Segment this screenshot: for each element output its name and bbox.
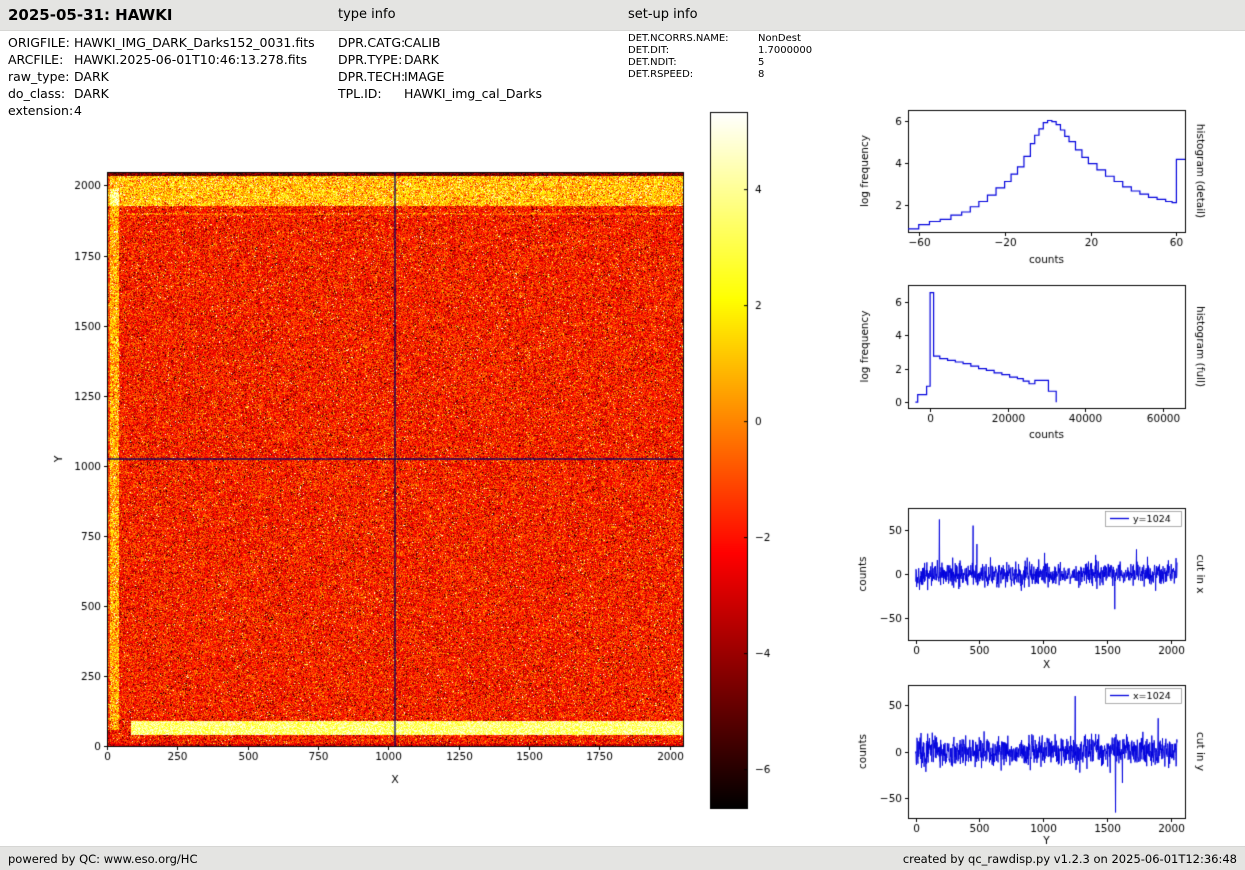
footer-powered-by: powered by QC: www.eso.org/HC <box>8 852 198 866</box>
meta-value: 5 <box>758 57 765 68</box>
meta-row: DPR.TECH:IMAGE <box>338 68 542 85</box>
colorbar <box>700 103 790 818</box>
meta-label: ARCFILE: <box>8 52 64 67</box>
meta-label: DET.NCORRS.NAME: <box>628 33 729 44</box>
footer-bar: powered by QC: www.eso.org/HC created by… <box>0 846 1245 870</box>
meta-label: DPR.CATG: <box>338 35 406 50</box>
meta-row: DET.NCORRS.NAME: NonDest <box>628 33 812 45</box>
type-info-block: DPR.CATG:CALIB DPR.TYPE: DARK DPR.TECH:IM… <box>338 34 542 102</box>
meta-row: extension:4 <box>8 102 315 119</box>
meta-label: extension: <box>8 103 74 118</box>
meta-value: DARK <box>74 86 109 101</box>
page-title: 2025-05-31: HAWKI <box>8 6 173 24</box>
meta-label: DET.NDIT: <box>628 57 677 68</box>
meta-row: do_class: DARK <box>8 85 315 102</box>
meta-row: DPR.TYPE: DARK <box>338 51 542 68</box>
meta-value: DARK <box>74 69 109 84</box>
meta-row: DPR.CATG:CALIB <box>338 34 542 51</box>
meta-row: DET.NDIT: 5 <box>628 57 812 69</box>
meta-row: ORIGFILE: HAWKI_IMG_DARK_Darks152_0031.fi… <box>8 34 315 51</box>
meta-value: HAWKI_IMG_DARK_Darks152_0031.fits <box>74 35 315 50</box>
meta-row: DET.RSPEED: 8 <box>628 69 812 81</box>
detector-image-plot <box>40 150 700 800</box>
histogram-detail-plot <box>855 95 1245 275</box>
meta-label: DPR.TYPE: <box>338 52 403 67</box>
meta-label: do_class: <box>8 86 66 101</box>
meta-row: TPL.ID: HAWKI_img_cal_Darks <box>338 85 542 102</box>
meta-value: 1.7000000 <box>758 45 813 56</box>
meta-row: raw_type: DARK <box>8 68 315 85</box>
meta-label: ORIGFILE: <box>8 35 70 50</box>
meta-label: DPR.TECH: <box>338 69 406 84</box>
histogram-full-plot <box>855 272 1245 452</box>
meta-row: DET.DIT: 1.7000000 <box>628 45 812 57</box>
type-info-heading: type info <box>338 7 396 22</box>
meta-value: DARK <box>404 52 439 67</box>
setup-info-heading: set-up info <box>628 7 698 22</box>
meta-label: DET.DIT: <box>628 45 670 56</box>
setup-info-block: DET.NCORRS.NAME: NonDest DET.DIT: 1.700000… <box>628 33 812 81</box>
meta-label: raw_type: <box>8 69 70 84</box>
meta-value: 4 <box>74 103 82 118</box>
qc-report-page: 2025-05-31: HAWKI type info set-up info … <box>0 0 1245 870</box>
header-bar: 2025-05-31: HAWKI type info set-up info <box>0 0 1245 31</box>
meta-label: DET.RSPEED: <box>628 69 694 80</box>
meta-value: CALIB <box>404 35 441 50</box>
meta-row: ARCFILE: HAWKI.2025-06-01T10:46:13.278.fi… <box>8 51 315 68</box>
footer-created-by: created by qc_rawdisp.py v1.2.3 on 2025-… <box>902 852 1237 866</box>
cut-in-x-plot <box>855 495 1245 680</box>
meta-value: 8 <box>758 69 765 80</box>
cut-in-y-plot <box>855 670 1245 846</box>
meta-value: NonDest <box>758 33 801 44</box>
meta-label: TPL.ID: <box>338 86 382 101</box>
meta-value: IMAGE <box>404 69 445 84</box>
file-info-block: ORIGFILE: HAWKI_IMG_DARK_Darks152_0031.fi… <box>8 34 315 119</box>
meta-value: HAWKI.2025-06-01T10:46:13.278.fits <box>74 52 307 67</box>
meta-value: HAWKI_img_cal_Darks <box>404 86 543 101</box>
